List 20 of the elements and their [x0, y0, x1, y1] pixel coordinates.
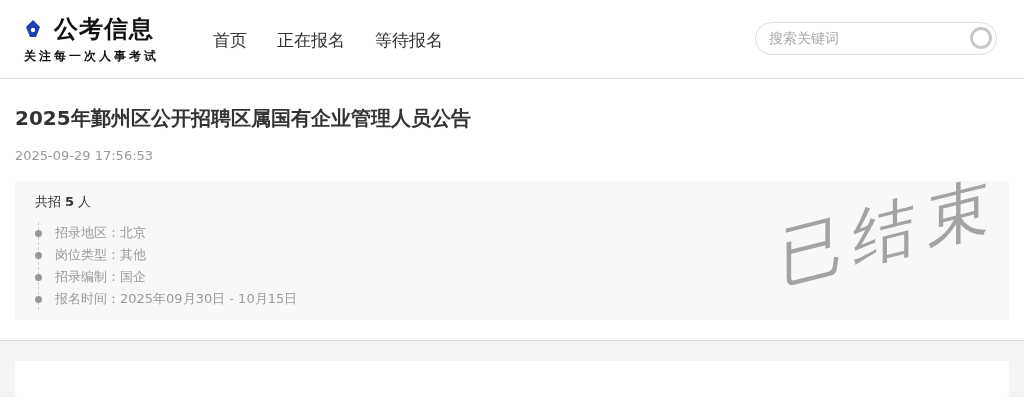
publish-date: 2025-09-29 17:56:53 — [15, 147, 155, 165]
pen-nib-icon — [24, 19, 42, 39]
bullet-dot — [35, 229, 42, 237]
detail-text: 招录编制：国企 — [55, 268, 146, 286]
nav-link[interactable]: 等待报名 — [375, 29, 443, 52]
status-label: 已结束 — [764, 167, 1006, 298]
search-field[interactable]: 搜索关键词 — [767, 29, 968, 47]
nav-link[interactable]: 正在报名 — [277, 29, 345, 52]
recruit-count: 共招 5 人 — [35, 193, 93, 211]
detail-text: 报名时间：2025年09月30日 - 10月15日 — [55, 290, 298, 308]
logo-name: 公考信息 — [54, 14, 155, 45]
notice-title: 2025年鄞州区公开招聘区属国有企业管理人员公告 — [15, 105, 472, 132]
logo-tagline: 关注每一次人事考试 — [24, 48, 160, 65]
detail-text: 招录地区：北京 — [55, 224, 146, 242]
nav-link[interactable]: 首页 — [213, 29, 247, 52]
bullet-dot — [35, 295, 42, 303]
search-icon[interactable] — [968, 25, 994, 51]
bullet-dot — [35, 273, 42, 281]
detail-text: 岗位类型：其他 — [55, 246, 146, 264]
bullet-dot — [35, 251, 42, 259]
